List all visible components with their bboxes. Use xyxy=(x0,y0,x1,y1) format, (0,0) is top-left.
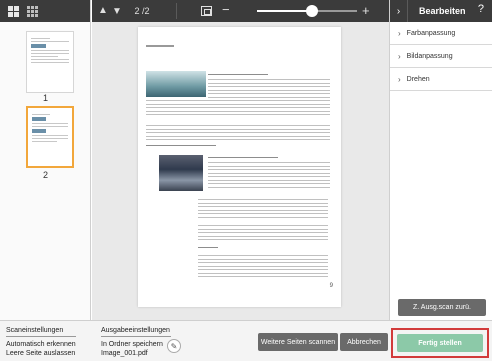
document-text-line xyxy=(208,172,330,174)
document-text-line xyxy=(208,86,330,87)
document-text-line xyxy=(198,235,328,237)
document-text-line xyxy=(208,183,330,184)
toolbar-divider xyxy=(176,3,177,19)
document-text-line xyxy=(198,272,328,274)
document-text-line xyxy=(146,100,330,101)
document-text-line xyxy=(198,276,328,277)
document-text-line xyxy=(198,265,328,267)
edit-panel-header: › Bearbeiten ? xyxy=(390,0,492,22)
document-text-line xyxy=(198,202,328,204)
next-page-icon[interactable]: ▼ xyxy=(112,6,122,17)
section-rotate[interactable]: › Drehen xyxy=(390,68,492,91)
output-file-name: Image_001.pdf xyxy=(101,350,148,357)
large-thumbnails-icon[interactable] xyxy=(8,5,19,17)
finish-highlight: Fertig stellen xyxy=(391,328,489,358)
thumbnail-number: 1 xyxy=(42,93,48,103)
bottom-bar: Scaneinstellungen Automatisch erkennen L… xyxy=(0,320,492,361)
document-text-line xyxy=(198,209,328,211)
document-page-number: 9 xyxy=(329,283,333,289)
document-text-line xyxy=(208,157,278,158)
section-label: Bildanpassung xyxy=(406,52,453,60)
scan-more-pages-button[interactable]: Weitere Seiten scannen xyxy=(258,333,338,351)
document-text-line xyxy=(198,247,218,248)
document-text-line xyxy=(198,213,328,214)
document-text-line xyxy=(146,139,330,140)
document-photo-landscape xyxy=(159,155,203,191)
scan-setting-value: Automatisch erkennen xyxy=(6,341,76,348)
zoom-slider-handle[interactable] xyxy=(306,5,318,17)
document-text-line xyxy=(208,162,330,163)
thumbnail-panel: 1 2 xyxy=(0,0,91,320)
output-settings: Ausgabeeinstellungen In Ordner speichern… xyxy=(101,327,171,358)
document-text-line xyxy=(208,89,330,91)
document-text-line xyxy=(198,258,328,260)
document-text-line xyxy=(198,255,328,256)
thumbnail-page-2[interactable] xyxy=(26,106,74,168)
edit-panel: › Bearbeiten ? › Farbanpassung › Bildanp… xyxy=(389,0,492,320)
chevron-right-icon: › xyxy=(398,74,401,84)
previous-page-icon[interactable]: ▲ xyxy=(98,5,108,16)
document-text-line xyxy=(198,232,328,233)
thumbnail-page-1[interactable] xyxy=(26,31,74,93)
viewer-toolbar: ▲ ▼ 2 /2 − + xyxy=(92,0,389,22)
document-text-line xyxy=(198,206,328,207)
scan-settings: Scaneinstellungen Automatisch erkennen L… xyxy=(6,327,76,358)
document-text-line xyxy=(146,135,330,137)
document-text-line xyxy=(146,128,330,130)
document-heading xyxy=(146,45,174,47)
document-text-line xyxy=(146,103,330,105)
document-text-line xyxy=(146,145,216,146)
document-text-line xyxy=(208,179,330,181)
document-text-line xyxy=(208,74,268,75)
document-text-line xyxy=(208,176,330,177)
small-thumbnails-icon[interactable] xyxy=(27,5,38,17)
reset-to-original-scan-button[interactable]: Z. Ausg.scan zurü. xyxy=(398,299,486,316)
scan-setting-value: Leere Seite auslassen xyxy=(6,350,76,357)
document-text-line xyxy=(198,199,328,200)
document-text-line xyxy=(146,107,330,108)
document-text-line xyxy=(146,110,330,112)
collapse-panel-icon[interactable]: › xyxy=(390,0,408,22)
page-counter: 2 /2 xyxy=(134,6,150,16)
document-text-line xyxy=(208,186,330,188)
zoom-in-icon[interactable]: + xyxy=(362,3,370,18)
zoom-slider[interactable] xyxy=(257,5,357,17)
edit-panel-title: Bearbeiten xyxy=(419,6,466,16)
scan-settings-heading: Scaneinstellungen xyxy=(6,327,76,337)
cancel-button[interactable]: Abbrechen xyxy=(340,333,388,351)
document-text-line xyxy=(198,239,328,240)
fit-to-window-icon[interactable] xyxy=(201,6,212,16)
document-text-line xyxy=(198,262,328,263)
document-text-line xyxy=(198,228,328,230)
document-text-line xyxy=(146,114,330,115)
thumbnail-number: 2 xyxy=(42,170,48,180)
document-text-line xyxy=(208,165,330,167)
document-text-line xyxy=(208,169,330,170)
zoom-slider-fill xyxy=(257,10,312,12)
document-photo-seascape xyxy=(146,71,206,97)
document-text-line xyxy=(208,82,330,84)
output-settings-heading: Ausgabeeinstellungen xyxy=(101,327,171,337)
edit-output-pencil-icon[interactable]: ✎ xyxy=(167,339,181,353)
document-page: 9 xyxy=(138,27,341,307)
chevron-right-icon: › xyxy=(398,51,401,61)
document-text-line xyxy=(208,93,330,94)
help-icon[interactable]: ? xyxy=(478,3,484,15)
document-text-line xyxy=(198,269,328,270)
zoom-out-icon[interactable]: − xyxy=(222,2,230,17)
section-image-adjustment[interactable]: › Bildanpassung xyxy=(390,45,492,68)
document-text-line xyxy=(146,132,330,133)
output-setting-value: In Ordner speichern xyxy=(101,341,163,348)
document-text-line xyxy=(198,216,328,218)
document-text-line xyxy=(208,79,330,80)
document-text-line xyxy=(208,96,330,98)
section-label: Drehen xyxy=(406,75,430,83)
finish-button[interactable]: Fertig stellen xyxy=(397,334,483,352)
section-color-adjustment[interactable]: › Farbanpassung xyxy=(390,22,492,45)
thumbnail-toolbar xyxy=(0,0,90,22)
document-text-line xyxy=(146,125,330,126)
chevron-right-icon: › xyxy=(398,28,401,38)
document-text-line xyxy=(198,225,328,226)
section-label: Farbanpassung xyxy=(406,29,456,37)
